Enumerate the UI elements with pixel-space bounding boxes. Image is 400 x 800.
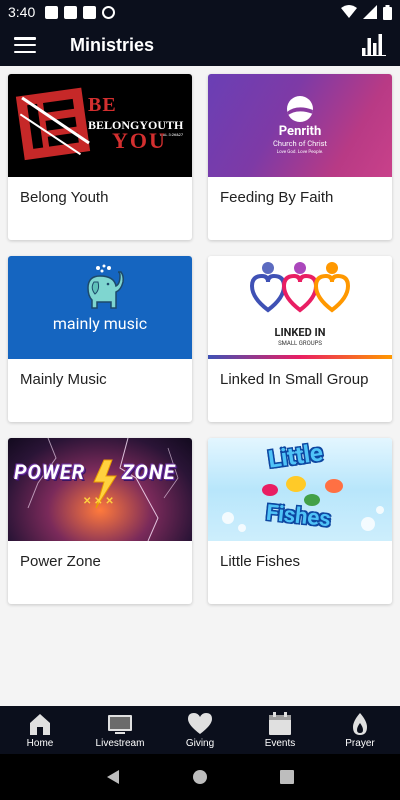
menu-icon[interactable]	[14, 37, 36, 53]
app-bar: Ministries	[0, 24, 400, 66]
heart-icon	[188, 712, 212, 734]
ministries-list: BE BELONGYOUTH GAL 3:26&27 YOU Belong Yo…	[0, 66, 400, 706]
church-tagline: Love God. Love People.	[276, 150, 324, 155]
ministry-card-belong-youth[interactable]: BE BELONGYOUTH GAL 3:26&27 YOU Belong Yo…	[8, 74, 192, 240]
ministry-title: Feeding By Faith	[220, 189, 334, 206]
ministry-card-mainly-music[interactable]: mainly music Mainly Music	[8, 256, 192, 422]
nav-label: Home	[26, 737, 54, 749]
nav-giving[interactable]: Giving	[160, 706, 240, 754]
little-fishes-image: Little Fishes	[208, 438, 392, 541]
zone-text: ZONE	[122, 460, 176, 484]
nav-label: Events	[264, 737, 296, 749]
power-text: POWER	[14, 460, 86, 484]
linked-in-title: LINKED IN	[274, 326, 326, 339]
linked-in-subtitle: SMALL GROUPS	[278, 340, 322, 347]
power-zone-image: ✕ ✕ ✕ POWER ZONE	[8, 438, 192, 541]
linked-in-image: LINKED IN SMALL GROUPS	[208, 256, 392, 359]
flame-icon	[353, 712, 367, 735]
feeding-by-faith-image: Penrith Church of Christ Love God. Love …	[208, 74, 392, 177]
mainly-music-logo: mainly music	[52, 314, 148, 333]
signal-icon	[363, 5, 377, 19]
belong-youth-be: BE	[88, 94, 117, 116]
mainly-music-image: mainly music	[8, 256, 192, 359]
battery-icon	[383, 4, 392, 20]
calendar-icon	[269, 711, 291, 735]
ministry-card-linked-in[interactable]: LINKED IN SMALL GROUPS Linked In Small G…	[208, 256, 392, 422]
status-bar: 3:40	[0, 0, 400, 24]
ministry-card-feeding-by-faith[interactable]: Penrith Church of Christ Love God. Love …	[208, 74, 392, 240]
divider	[208, 355, 392, 359]
status-time: 3:40	[8, 4, 36, 20]
ministry-title: Belong Youth	[20, 189, 109, 206]
wifi-icon	[341, 5, 357, 18]
ministry-title: Linked In Small Group	[220, 371, 369, 388]
tv-icon	[108, 714, 132, 734]
recents-icon[interactable]	[279, 769, 295, 785]
home-icon	[30, 713, 50, 735]
church-name: Penrith	[278, 124, 322, 139]
ministry-title: Little Fishes	[220, 553, 301, 570]
lightning-icon: ✕ ✕ ✕	[27, 438, 179, 541]
church-subtitle: Church of Christ	[273, 139, 327, 148]
notification-icon	[83, 5, 97, 19]
nav-prayer[interactable]: Prayer	[320, 706, 400, 754]
nav-livestream[interactable]: Livestream	[80, 706, 160, 754]
bottom-nav: Home Livestream Giving Events Prayer	[0, 706, 400, 754]
belong-youth-you: YOU	[112, 128, 167, 153]
ministry-card-little-fishes[interactable]: Little Fishes Little Fishes	[208, 438, 392, 604]
system-nav-bar	[0, 754, 400, 800]
sync-icon	[102, 5, 116, 19]
nav-home[interactable]: Home	[0, 706, 80, 754]
linked-hearts-icon	[249, 262, 351, 313]
nav-label: Livestream	[95, 737, 145, 749]
nav-label: Giving	[185, 737, 215, 749]
belong-youth-image: BE BELONGYOUTH GAL 3:26&27 YOU	[8, 74, 192, 177]
nav-label: Prayer	[345, 737, 375, 749]
back-icon[interactable]	[105, 769, 121, 785]
ministry-title: Power Zone	[20, 553, 101, 570]
notification-icon	[45, 5, 59, 19]
home-button-icon[interactable]	[192, 769, 208, 785]
nav-events[interactable]: Events	[240, 706, 320, 754]
elephant-icon	[87, 264, 124, 309]
ministry-card-power-zone[interactable]: ✕ ✕ ✕ POWER ZONE Power Zone	[8, 438, 192, 604]
page-title: Ministries	[70, 34, 155, 55]
notification-icon	[64, 5, 78, 19]
ministry-title: Mainly Music	[20, 371, 107, 388]
svg-text:✕ ✕ ✕: ✕ ✕ ✕	[83, 496, 114, 507]
church-logo-icon	[287, 96, 313, 122]
chart-bars-icon[interactable]	[362, 34, 386, 56]
